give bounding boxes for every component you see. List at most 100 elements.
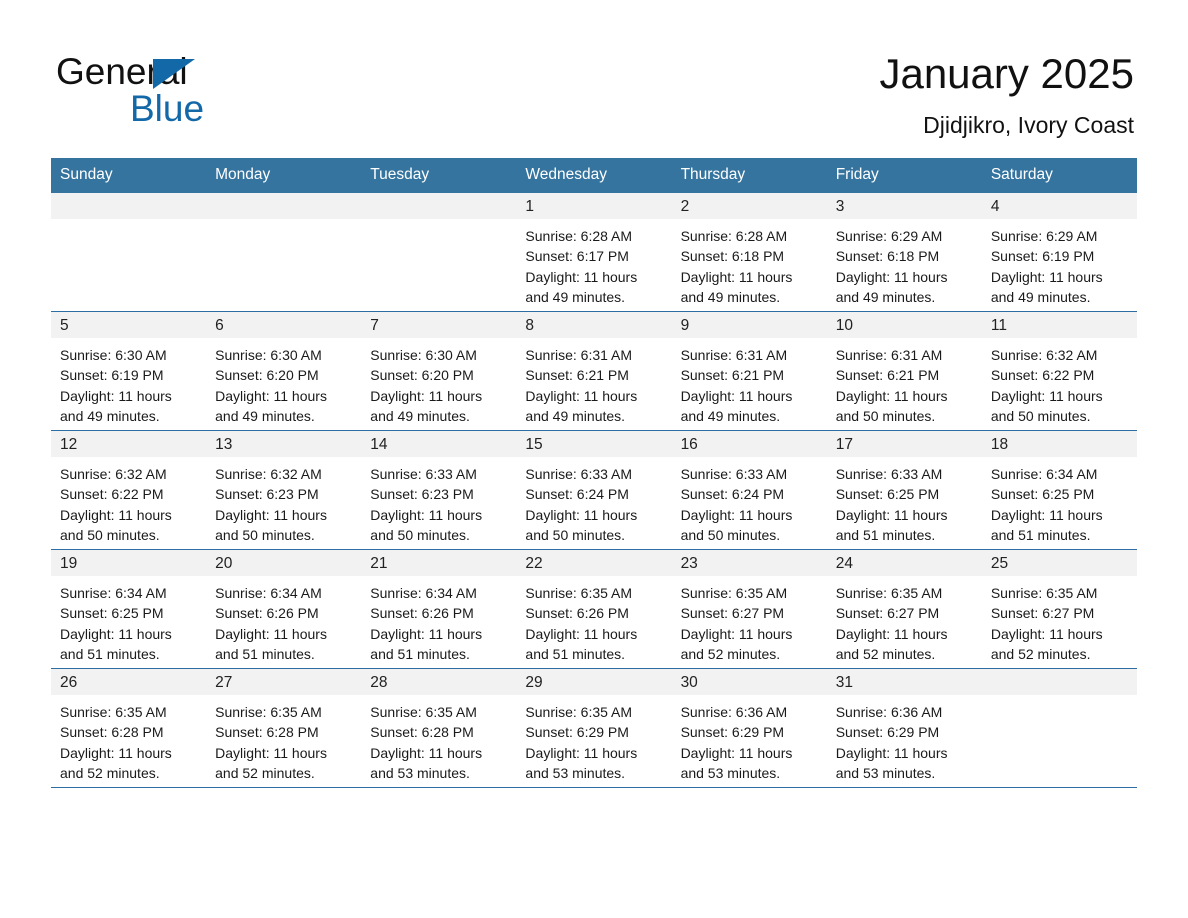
calendar-day-cell[interactable]: 3 Sunrise: 6:29 AM Sunset: 6:18 PM Daylight…	[826, 193, 982, 312]
calendar-day-cell[interactable]: 6 Sunrise: 6:30 AM Sunset: 6:20 PM Daylight…	[206, 311, 362, 431]
calendar-day-cell[interactable]: 12 Sunrise: 6:32 AM Sunset: 6:22 PM Dayligh…	[51, 430, 207, 550]
sunrise-text: Sunrise: 6:28 AM	[680, 228, 788, 244]
calendar-day-cell[interactable]: 29 Sunrise: 6:35 AM Sunset: 6:29 PM Dayligh…	[516, 668, 672, 788]
calendar-page: General Blue January 2025 Djidjikro, Ivo…	[0, 0, 1188, 918]
day-number: 19	[51, 550, 207, 576]
sunset-text: Sunset: 6:23 PM	[215, 486, 319, 503]
day-details: Sunrise: 6:33 AM Sunset: 6:23 PM Daylight:…	[361, 457, 516, 545]
sunrise-text: Sunrise: 6:35 AM	[525, 585, 633, 601]
day-number: 21	[361, 550, 517, 576]
daylight-text-line1: Daylight: 11 hours	[680, 268, 793, 285]
daylight-text-line2: and 49 minutes.	[60, 407, 160, 424]
day-number: 18	[981, 431, 1137, 457]
day-number: 24	[826, 550, 982, 576]
daylight-text-line1: Daylight: 11 hours	[835, 744, 948, 761]
calendar-day-cell[interactable]: 20 Sunrise: 6:34 AM Sunset: 6:26 PM Dayligh…	[206, 549, 362, 669]
daylight-text-line2: and 49 minutes.	[525, 407, 626, 424]
day-details: Sunrise: 6:34 AM Sunset: 6:25 PM Daylight:…	[982, 457, 1137, 545]
sunset-text: Sunset: 6:17 PM	[525, 248, 629, 265]
daylight-text-line1: Daylight: 11 hours	[680, 387, 793, 404]
calendar-day-cell-empty	[981, 668, 1137, 788]
calendar-day-cell[interactable]: 13 Sunrise: 6:32 AM Sunset: 6:23 PM Dayligh…	[206, 430, 362, 550]
weekday-header-friday: Friday	[826, 158, 982, 193]
calendar-day-cell[interactable]: 1 Sunrise: 6:28 AM Sunset: 6:17 PM Daylight…	[516, 193, 672, 312]
sunset-text: Sunset: 6:26 PM	[525, 605, 629, 622]
calendar-day-cell[interactable]: 16 Sunrise: 6:33 AM Sunset: 6:24 PM Dayligh…	[671, 430, 827, 550]
calendar-day-cell[interactable]: 21 Sunrise: 6:34 AM Sunset: 6:26 PM Dayligh…	[361, 549, 517, 669]
calendar-day-cell[interactable]: 14 Sunrise: 6:33 AM Sunset: 6:23 PM Dayligh…	[361, 430, 517, 550]
calendar-day-cell[interactable]: 26 Sunrise: 6:35 AM Sunset: 6:28 PM Dayligh…	[51, 668, 207, 788]
daylight-text-line2: and 50 minutes.	[835, 407, 936, 424]
calendar-day-cell[interactable]: 2 Sunrise: 6:28 AM Sunset: 6:18 PM Daylight…	[671, 193, 827, 312]
day-details: Sunrise: 6:35 AM Sunset: 6:28 PM Daylight:…	[51, 695, 206, 783]
day-details: Sunrise: 6:35 AM Sunset: 6:28 PM Daylight:…	[361, 695, 516, 783]
sunrise-text: Sunrise: 6:32 AM	[990, 347, 1098, 363]
day-details: Sunrise: 6:35 AM Sunset: 6:27 PM Daylight:…	[672, 576, 827, 664]
calendar-day-cell[interactable]: 24 Sunrise: 6:35 AM Sunset: 6:27 PM Dayligh…	[826, 549, 982, 669]
generalblue-logo[interactable]: General Blue	[56, 50, 356, 140]
day-details: Sunrise: 6:35 AM Sunset: 6:27 PM Daylight:…	[982, 576, 1137, 664]
day-details: Sunrise: 6:36 AM Sunset: 6:29 PM Daylight:…	[672, 695, 827, 783]
day-details: Sunrise: 6:35 AM Sunset: 6:26 PM Daylight:…	[516, 576, 671, 664]
daylight-text-line1: Daylight: 11 hours	[525, 268, 638, 285]
daylight-text-line1: Daylight: 11 hours	[835, 625, 948, 642]
sunset-text: Sunset: 6:29 PM	[835, 724, 940, 741]
sunset-text: Sunset: 6:27 PM	[990, 605, 1095, 622]
day-details: Sunrise: 6:32 AM Sunset: 6:23 PM Daylight:…	[206, 457, 361, 545]
calendar-day-cell[interactable]: 11 Sunrise: 6:32 AM Sunset: 6:22 PM Dayligh…	[981, 311, 1137, 431]
sunrise-text: Sunrise: 6:35 AM	[835, 585, 943, 601]
calendar-day-cell[interactable]: 4 Sunrise: 6:29 AM Sunset: 6:19 PM Daylight…	[981, 193, 1137, 312]
daylight-text-line2: and 53 minutes.	[525, 764, 626, 781]
day-details: Sunrise: 6:32 AM Sunset: 6:22 PM Daylight:…	[982, 338, 1137, 426]
calendar-day-cell[interactable]: 18 Sunrise: 6:34 AM Sunset: 6:25 PM Dayligh…	[981, 430, 1137, 550]
sunrise-text: Sunrise: 6:35 AM	[370, 704, 477, 720]
daylight-text-line2: and 49 minutes.	[525, 288, 626, 305]
sunrise-text: Sunrise: 6:30 AM	[215, 347, 322, 363]
calendar-day-cell[interactable]: 15 Sunrise: 6:33 AM Sunset: 6:24 PM Dayligh…	[516, 430, 672, 550]
calendar-day-cell[interactable]: 10 Sunrise: 6:31 AM Sunset: 6:21 PM Dayligh…	[826, 311, 982, 431]
calendar-day-cell[interactable]: 30 Sunrise: 6:36 AM Sunset: 6:29 PM Dayligh…	[671, 668, 827, 788]
day-number: 27	[206, 669, 362, 695]
sunset-text: Sunset: 6:22 PM	[60, 486, 164, 503]
calendar-day-cell[interactable]: 23 Sunrise: 6:35 AM Sunset: 6:27 PM Dayligh…	[671, 549, 827, 669]
daylight-text-line1: Daylight: 11 hours	[370, 506, 483, 523]
daylight-text-line1: Daylight: 11 hours	[215, 506, 327, 523]
daylight-text-line2: and 49 minutes.	[370, 407, 470, 424]
sunset-text: Sunset: 6:23 PM	[370, 486, 474, 503]
sunset-text: Sunset: 6:28 PM	[370, 724, 474, 741]
daylight-text-line2: and 53 minutes.	[835, 764, 936, 781]
sunrise-text: Sunrise: 6:31 AM	[835, 347, 943, 363]
calendar-day-cell[interactable]: 17 Sunrise: 6:33 AM Sunset: 6:25 PM Dayligh…	[826, 430, 982, 550]
sunset-text: Sunset: 6:18 PM	[680, 248, 785, 265]
daylight-text-line1: Daylight: 11 hours	[990, 387, 1103, 404]
daylight-text-line2: and 50 minutes.	[525, 526, 626, 543]
calendar-day-cell[interactable]: 7 Sunrise: 6:30 AM Sunset: 6:20 PM Daylight…	[361, 311, 517, 431]
calendar-day-cell-empty	[51, 193, 207, 312]
calendar-day-cell[interactable]: 28 Sunrise: 6:35 AM Sunset: 6:28 PM Dayligh…	[361, 668, 517, 788]
calendar-day-cell[interactable]: 27 Sunrise: 6:35 AM Sunset: 6:28 PM Dayligh…	[206, 668, 362, 788]
day-number: 14	[361, 431, 517, 457]
day-number	[206, 193, 362, 219]
calendar-day-cell[interactable]: 8 Sunrise: 6:31 AM Sunset: 6:21 PM Daylight…	[516, 311, 672, 431]
sunrise-text: Sunrise: 6:34 AM	[215, 585, 322, 601]
brand-triangle-icon	[153, 59, 195, 89]
calendar-table: Sunday Monday Tuesday Wednesday Thursday…	[51, 158, 1137, 788]
sunrise-text: Sunrise: 6:31 AM	[680, 347, 788, 363]
sunrise-text: Sunrise: 6:36 AM	[835, 704, 943, 720]
calendar-day-cell[interactable]: 5 Sunrise: 6:30 AM Sunset: 6:19 PM Daylight…	[51, 311, 207, 431]
daylight-text-line2: and 49 minutes.	[835, 288, 936, 305]
day-number: 26	[51, 669, 207, 695]
calendar-day-cell[interactable]: 22 Sunrise: 6:35 AM Sunset: 6:26 PM Dayligh…	[516, 549, 672, 669]
calendar-day-cell[interactable]: 31 Sunrise: 6:36 AM Sunset: 6:29 PM Dayligh…	[826, 668, 982, 788]
sunrise-text: Sunrise: 6:29 AM	[835, 228, 943, 244]
sunrise-text: Sunrise: 6:30 AM	[60, 347, 167, 363]
calendar-day-cell[interactable]: 19 Sunrise: 6:34 AM Sunset: 6:25 PM Dayligh…	[51, 549, 207, 669]
calendar-day-cell[interactable]: 9 Sunrise: 6:31 AM Sunset: 6:21 PM Daylight…	[671, 311, 827, 431]
sunrise-text: Sunrise: 6:35 AM	[215, 704, 322, 720]
sunset-text: Sunset: 6:21 PM	[525, 367, 629, 384]
calendar-day-cell[interactable]: 25 Sunrise: 6:35 AM Sunset: 6:27 PM Dayligh…	[981, 549, 1137, 669]
daylight-text-line1: Daylight: 11 hours	[835, 506, 948, 523]
day-details: Sunrise: 6:29 AM Sunset: 6:19 PM Daylight:…	[982, 219, 1137, 307]
sunrise-text: Sunrise: 6:29 AM	[990, 228, 1098, 244]
day-number: 3	[826, 193, 982, 219]
